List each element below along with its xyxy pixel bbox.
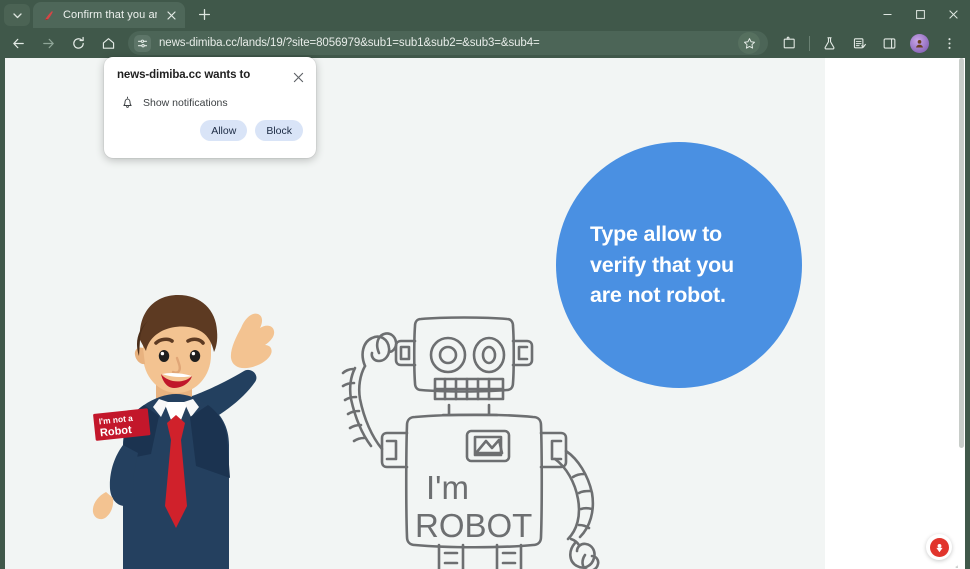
forward-button[interactable]: [34, 30, 63, 56]
floating-widget-button[interactable]: [926, 534, 952, 560]
tab-search-button[interactable]: [4, 4, 30, 26]
red-download-badge-icon: [929, 537, 949, 557]
callout-line-2: verify that you: [590, 252, 734, 277]
page-right-margin: [825, 58, 958, 569]
callout-text: Type allow to verify that you are not ro…: [590, 219, 768, 311]
site-favicon: [45, 10, 53, 20]
back-arrow-icon: [13, 38, 24, 48]
minimize-icon: [883, 13, 892, 15]
download-arrow-icon: [935, 543, 943, 552]
maximize-button[interactable]: [904, 0, 937, 28]
browser-toolbar: news-dimiba.cc/lands/19/?site=8056979&su…: [0, 28, 970, 58]
tab-strip: Confirm that you are not a rob: [0, 0, 970, 28]
permission-row: Show notifications: [104, 86, 316, 109]
popup-actions: Allow Block: [104, 109, 316, 141]
browser-window: Confirm that you are not a rob: [0, 0, 970, 569]
minimize-button[interactable]: [871, 0, 904, 28]
person-glyph-icon: [916, 39, 923, 48]
scrollbar-thumb[interactable]: [959, 58, 964, 448]
address-bar[interactable]: news-dimiba.cc/lands/19/?site=8056979&su…: [128, 31, 768, 55]
side-panel-icon: [883, 37, 896, 49]
chevron-down-icon: [12, 12, 22, 18]
side-panel-button[interactable]: [875, 30, 904, 56]
callout-line-1: Type allow to: [590, 222, 722, 247]
extensions-button[interactable]: [775, 30, 804, 56]
block-button[interactable]: Block: [255, 120, 303, 141]
toolbar-divider: [809, 35, 810, 51]
clipboard-button[interactable]: [845, 30, 874, 56]
url-text[interactable]: news-dimiba.cc/lands/19/?site=8056979&su…: [159, 37, 730, 49]
browser-tab-active[interactable]: Confirm that you are not a rob: [33, 2, 185, 28]
tab-title: Confirm that you are not a rob: [63, 9, 157, 21]
robot-body-line-1: I'm: [426, 469, 469, 506]
page-scrollbar[interactable]: [958, 58, 965, 569]
popup-header: news-dimiba.cc wants to: [104, 57, 316, 86]
avatar-icon: [910, 33, 929, 53]
popup-title: news-dimiba.cc wants to: [117, 69, 251, 81]
tune-icon: [137, 39, 148, 47]
bookmark-button[interactable]: [738, 32, 760, 54]
close-icon: [166, 10, 176, 20]
close-icon: [293, 72, 304, 83]
tab-close-button[interactable]: [164, 8, 178, 22]
notification-permission-popup: news-dimiba.cc wants to Show notificatio…: [104, 57, 316, 158]
site-info-button[interactable]: [134, 34, 151, 52]
reload-icon: [73, 36, 84, 49]
popup-close-button[interactable]: [290, 69, 307, 86]
home-button[interactable]: [94, 30, 123, 56]
robot-body-line-2: ROBOT: [415, 507, 532, 544]
profile-button[interactable]: [905, 30, 934, 56]
forward-arrow-icon: [43, 38, 54, 48]
clipboard-checklist-icon: [853, 37, 866, 48]
man-waving-illustration: I'm not a Robot: [92, 295, 275, 569]
permission-label: Show notifications: [143, 96, 228, 109]
bell-icon: [123, 96, 132, 108]
reload-button[interactable]: [64, 30, 93, 56]
extensions-icon: [783, 36, 795, 48]
chrome-menu-button[interactable]: [935, 30, 964, 56]
experiments-button[interactable]: [815, 30, 844, 56]
close-button[interactable]: [937, 0, 970, 28]
plus-icon: [198, 8, 210, 20]
home-icon: [102, 37, 115, 49]
new-tab-button[interactable]: [191, 2, 217, 26]
flask-icon: [824, 36, 835, 49]
hand-drawn-robot-illustration: I'm ROBOT: [341, 316, 600, 569]
allow-button[interactable]: Allow: [200, 120, 248, 141]
close-icon: [949, 9, 958, 19]
star-icon: [743, 37, 755, 49]
window-controls: [871, 0, 970, 28]
three-dot-menu-icon: [948, 37, 951, 49]
maximize-icon: [916, 9, 925, 19]
back-button[interactable]: [4, 30, 33, 56]
